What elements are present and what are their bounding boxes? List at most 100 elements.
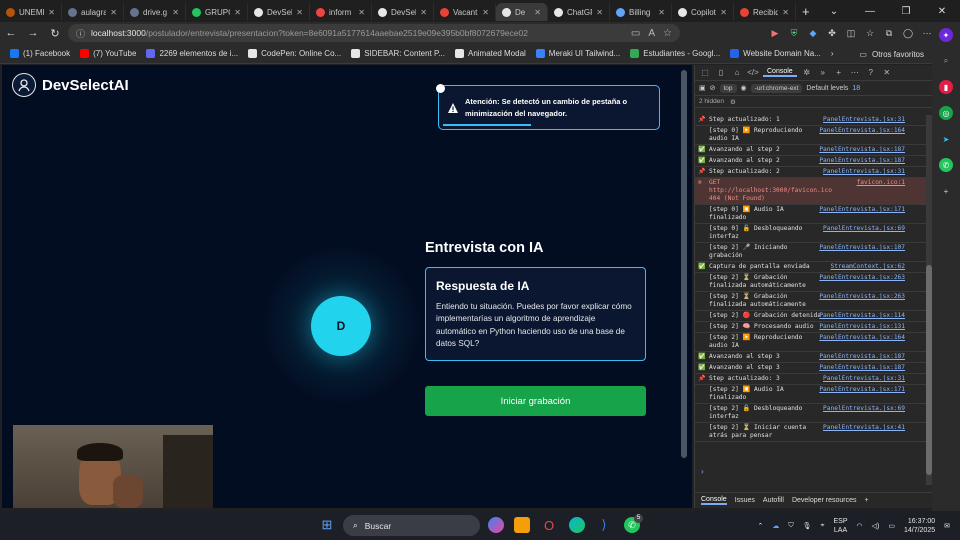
volume-icon[interactable]: ◁) bbox=[872, 522, 880, 530]
tab-close-icon[interactable]: ✕ bbox=[782, 8, 789, 17]
file-explorer-icon[interactable] bbox=[514, 517, 530, 533]
taskbar-search[interactable]: ⌕ Buscar bbox=[343, 515, 480, 536]
close-devtools-icon[interactable]: ✕ bbox=[881, 68, 893, 77]
browser-tab[interactable]: Billing ✕ bbox=[610, 3, 672, 21]
extensions-puzzle-icon[interactable]: ✤ bbox=[826, 27, 838, 39]
bookmark-item[interactable]: Estudiantes - Googl... bbox=[626, 49, 724, 58]
tab-close-icon[interactable]: ✕ bbox=[234, 8, 241, 17]
add-tab-icon[interactable]: + bbox=[833, 68, 845, 77]
eye-icon[interactable]: ◉ bbox=[741, 84, 747, 92]
browser-tab[interactable]: Vacant ✕ bbox=[434, 3, 496, 21]
add-drawer-tab-icon[interactable]: + bbox=[865, 497, 869, 504]
log-source-link[interactable]: PanelEntrevista.jsx:187 bbox=[819, 146, 905, 154]
bookmark-item[interactable]: Website Domain Na... bbox=[726, 49, 825, 58]
log-source-link[interactable]: PanelEntrevista.jsx:131 bbox=[819, 323, 905, 331]
maximize-icon[interactable]: ❐ bbox=[888, 6, 924, 17]
tab-close-icon[interactable]: ✕ bbox=[172, 8, 179, 17]
add-sidebar-icon[interactable]: + bbox=[939, 184, 953, 198]
tab-close-icon[interactable]: ✕ bbox=[482, 8, 489, 17]
close-window-icon[interactable]: ✕ bbox=[924, 6, 960, 17]
browser-tab[interactable]: inform ✕ bbox=[310, 3, 372, 21]
log-source-link[interactable]: favicon.ico:1 bbox=[857, 179, 905, 187]
copilot-taskbar-icon[interactable] bbox=[488, 517, 504, 533]
extension-icon[interactable]: ⛨ bbox=[788, 27, 800, 39]
drawer-tab[interactable]: Autofill bbox=[763, 497, 784, 504]
sidebar-toggle-icon[interactable]: ▣ bbox=[699, 84, 706, 92]
tab-search-icon[interactable]: ⌄ bbox=[816, 6, 852, 17]
more-options-icon[interactable]: ⋯ bbox=[849, 68, 861, 77]
log-source-link[interactable]: PanelEntrevista.jsx:41 bbox=[823, 424, 905, 432]
favorite-star-icon[interactable]: ☆ bbox=[663, 28, 672, 39]
help-icon[interactable]: ? bbox=[865, 68, 877, 77]
start-recording-button[interactable]: Iniciar grabación bbox=[425, 386, 646, 416]
whatsapp-sidebar-icon[interactable]: ✆ bbox=[939, 158, 953, 172]
bookmark-item[interactable]: Meraki UI Tailwind... bbox=[532, 49, 624, 58]
copilot-sidebar-icon[interactable]: ✦ bbox=[939, 28, 953, 42]
log-source-link[interactable]: PanelEntrevista.jsx:31 bbox=[823, 116, 905, 124]
settings-icon[interactable]: ⚙ bbox=[730, 98, 736, 106]
tab-close-icon[interactable]: ✕ bbox=[596, 8, 603, 17]
split-screen-icon[interactable]: ◫ bbox=[845, 27, 857, 39]
log-source-link[interactable]: PanelEntrevista.jsx:187 bbox=[819, 157, 905, 165]
drawer-tab[interactable]: Developer resources bbox=[792, 497, 857, 504]
extension-icon[interactable]: ◆ bbox=[807, 27, 819, 39]
tab-console[interactable]: Console bbox=[763, 68, 797, 77]
log-source-link[interactable]: PanelEntrevista.jsx:263 bbox=[819, 274, 905, 282]
log-source-link[interactable]: PanelEntrevista.jsx:114 bbox=[819, 312, 905, 320]
log-source-link[interactable]: PanelEntrevista.jsx:164 bbox=[819, 127, 905, 135]
install-app-icon[interactable]: ▭ bbox=[631, 28, 640, 39]
tab-close-icon[interactable]: ✕ bbox=[658, 8, 665, 17]
device-toggle-icon[interactable]: ▯ bbox=[715, 68, 727, 77]
log-source-link[interactable]: PanelEntrevista.jsx:69 bbox=[823, 225, 905, 233]
tab-close-icon[interactable]: ✕ bbox=[420, 8, 427, 17]
page-scrollbar[interactable] bbox=[681, 70, 687, 458]
bookmark-item[interactable]: SIDEBAR: Content P... bbox=[347, 49, 449, 58]
browser-tab[interactable]: DevSel ✕ bbox=[248, 3, 310, 21]
browser-tab[interactable]: GRUPO ✕ bbox=[186, 3, 248, 21]
minimize-icon[interactable]: — bbox=[852, 6, 888, 17]
context-select[interactable]: top bbox=[719, 83, 737, 93]
log-source-link[interactable]: PanelEntrevista.jsx:171 bbox=[819, 386, 905, 394]
log-source-link[interactable]: PanelEntrevista.jsx:263 bbox=[819, 293, 905, 301]
welcome-icon[interactable]: ⌂ bbox=[731, 68, 743, 77]
location-icon[interactable]: ⌖ bbox=[821, 522, 825, 530]
bookmark-item[interactable]: (7) YouTube bbox=[76, 49, 140, 58]
url-text[interactable]: localhost:3000/postulador/entrevista/pre… bbox=[91, 28, 631, 38]
back-icon[interactable]: ← bbox=[0, 27, 22, 39]
browser-tab[interactable]: aulagra ✕ bbox=[62, 3, 124, 21]
language-indicator[interactable]: ESP LAA bbox=[834, 517, 848, 535]
windows-start-icon[interactable]: ⊞ bbox=[319, 517, 335, 533]
log-source-link[interactable]: PanelEntrevista.jsx:187 bbox=[819, 353, 905, 361]
other-favorites[interactable]: ▭ Otros favoritos bbox=[859, 44, 924, 64]
inspect-icon[interactable]: ⬚ bbox=[699, 68, 711, 77]
reload-icon[interactable]: ↻ bbox=[44, 27, 66, 40]
log-source-link[interactable]: PanelEntrevista.jsx:171 bbox=[819, 206, 905, 214]
security-icon[interactable]: ⛉ bbox=[788, 522, 793, 530]
drawer-tab[interactable]: Issues bbox=[735, 497, 755, 504]
collections-icon[interactable]: ⧉ bbox=[883, 27, 895, 39]
log-source-link[interactable]: PanelEntrevista.jsx:69 bbox=[823, 405, 905, 413]
vscode-icon[interactable]: ⟩ bbox=[596, 517, 612, 533]
onedrive-icon[interactable]: ☁ bbox=[772, 522, 779, 530]
extension-icon[interactable]: ▶ bbox=[769, 27, 781, 39]
favorites-icon[interactable]: ☆ bbox=[864, 27, 876, 39]
elements-icon[interactable]: </> bbox=[747, 68, 759, 77]
log-source-link[interactable]: PanelEntrevista.jsx:31 bbox=[823, 168, 905, 176]
browser-tab[interactable]: De ✕ bbox=[496, 3, 548, 21]
tab-close-icon[interactable]: ✕ bbox=[534, 8, 541, 17]
browser-tab[interactable]: DevSel ✕ bbox=[372, 3, 434, 21]
info-icon[interactable]: ⓘ bbox=[76, 27, 85, 40]
opera-icon[interactable]: O bbox=[541, 517, 557, 533]
show-hidden-icons[interactable]: ⌃ bbox=[758, 522, 764, 530]
games-icon[interactable]: ◎ bbox=[939, 106, 953, 120]
log-source-link[interactable]: PanelEntrevista.jsx:187 bbox=[819, 364, 905, 372]
filter-input[interactable]: -url:chrome-ext bbox=[750, 83, 803, 93]
tab-close-icon[interactable]: ✕ bbox=[358, 8, 365, 17]
console-prompt[interactable]: › bbox=[701, 467, 704, 476]
browser-tab[interactable]: Copilot ✕ bbox=[672, 3, 734, 21]
bookmark-item[interactable]: Animated Modal bbox=[451, 49, 530, 58]
wifi-icon[interactable]: ◠ bbox=[857, 522, 863, 530]
more-tabs-icon[interactable]: » bbox=[817, 68, 829, 77]
log-source-link[interactable]: PanelEntrevista.jsx:31 bbox=[823, 375, 905, 383]
browser-tab[interactable]: drive.g ✕ bbox=[124, 3, 186, 21]
